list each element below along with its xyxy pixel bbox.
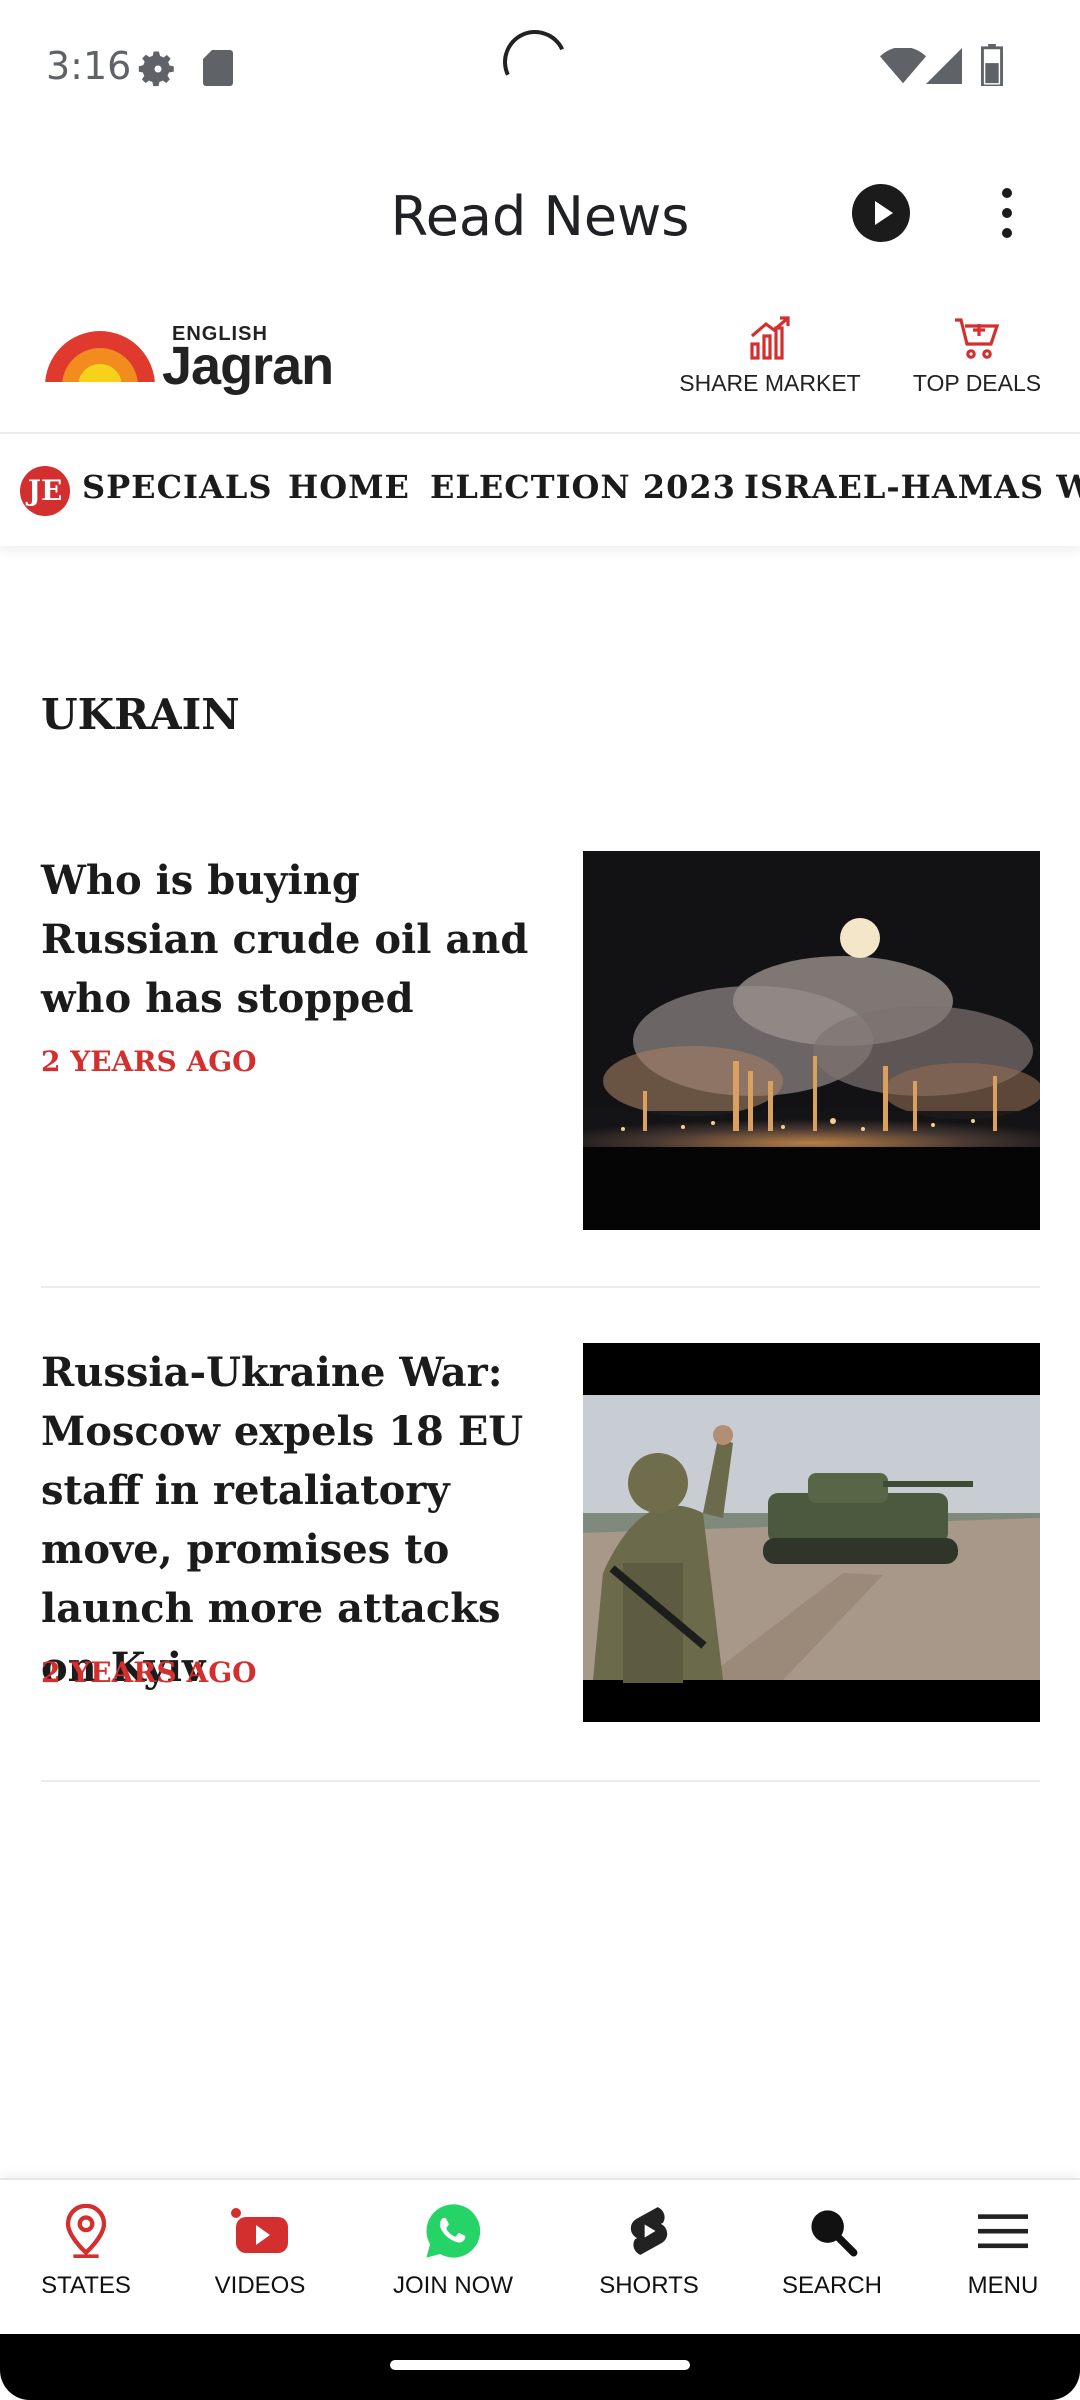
article-title[interactable]: Russia-Ukraine War: Moscow expels 18 EU …: [41, 1343, 551, 1697]
bottom-nav-videos[interactable]: VIDEOS: [185, 2200, 335, 2300]
bottom-nav-label: VIDEOS: [214, 2272, 306, 2299]
sd-card-icon: [203, 50, 233, 91]
chart-up-icon: [750, 316, 790, 360]
bottom-nav-states[interactable]: STATES: [11, 2200, 161, 2300]
whatsapp-icon: [426, 2204, 481, 2258]
article-timestamp: 2 YEARS AGO: [41, 1045, 257, 1078]
shorts-icon: [630, 2207, 668, 2255]
location-pin-icon: [65, 2204, 107, 2258]
bottom-nav-label: STATES: [41, 2272, 131, 2299]
share-market-link[interactable]: SHARE MARKET: [670, 314, 870, 397]
bottom-nav-label: JOIN NOW: [393, 2272, 513, 2299]
bottom-nav-label: SEARCH: [781, 2272, 883, 2299]
je-badge[interactable]: JE: [20, 466, 70, 516]
play-icon: [875, 201, 893, 225]
bottom-nav-shorts[interactable]: SHORTS: [574, 2200, 724, 2300]
nav-item-specials[interactable]: SPECIALS: [82, 468, 272, 506]
cart-icon: [955, 318, 1000, 359]
divider: [41, 1780, 1040, 1782]
app-title: Read News: [390, 185, 690, 248]
bottom-nav-menu[interactable]: MENU: [928, 2200, 1078, 2300]
article-thumbnail[interactable]: [583, 851, 1040, 1230]
top-deals-link[interactable]: TOP DEALS: [900, 314, 1054, 397]
article-timestamp: 2 YEARS AGO: [41, 1656, 257, 1689]
top-deals-label: TOP DEALS: [912, 370, 1042, 396]
soldier-tank-image: [583, 1343, 1040, 1722]
divider: [41, 1286, 1040, 1288]
status-time: 3:16: [46, 44, 132, 88]
wifi-icon: [880, 46, 926, 89]
article-title[interactable]: Who is buying Russian crude oil and who …: [41, 851, 551, 1028]
battery-icon: [980, 44, 1004, 91]
section-title: UKRAIN: [41, 690, 240, 739]
share-market-label: SHARE MARKET: [679, 370, 861, 396]
settings-icon: [137, 48, 179, 95]
article-thumbnail[interactable]: [583, 1343, 1040, 1722]
bottom-nav-label: MENU: [967, 2272, 1039, 2299]
nav-item-israel-hamas[interactable]: ISRAEL-HAMAS W: [744, 468, 1080, 506]
youtube-icon: [231, 2208, 288, 2253]
signal-icon: [926, 48, 962, 89]
logo-wordmark: Jagran: [162, 336, 334, 396]
bottom-nav: [0, 2178, 1080, 2335]
sun-logo-icon: [40, 331, 160, 394]
search-icon: [811, 2210, 858, 2257]
hamburger-menu-icon: [978, 2214, 1028, 2249]
play-button[interactable]: [852, 184, 910, 242]
more-vert-icon: [1002, 188, 1012, 198]
home-gesture-handle[interactable]: [390, 2360, 690, 2370]
more-options-button[interactable]: [992, 188, 1022, 240]
nav-item-home[interactable]: HOME: [288, 468, 410, 506]
bottom-nav-search[interactable]: SEARCH: [757, 2200, 907, 2300]
bottom-nav-label: SHORTS: [599, 2272, 699, 2299]
bottom-nav-join-now[interactable]: JOIN NOW: [378, 2200, 528, 2300]
refinery-night-image: [583, 851, 1040, 1230]
nav-item-election-2023[interactable]: ELECTION 2023: [430, 468, 736, 506]
